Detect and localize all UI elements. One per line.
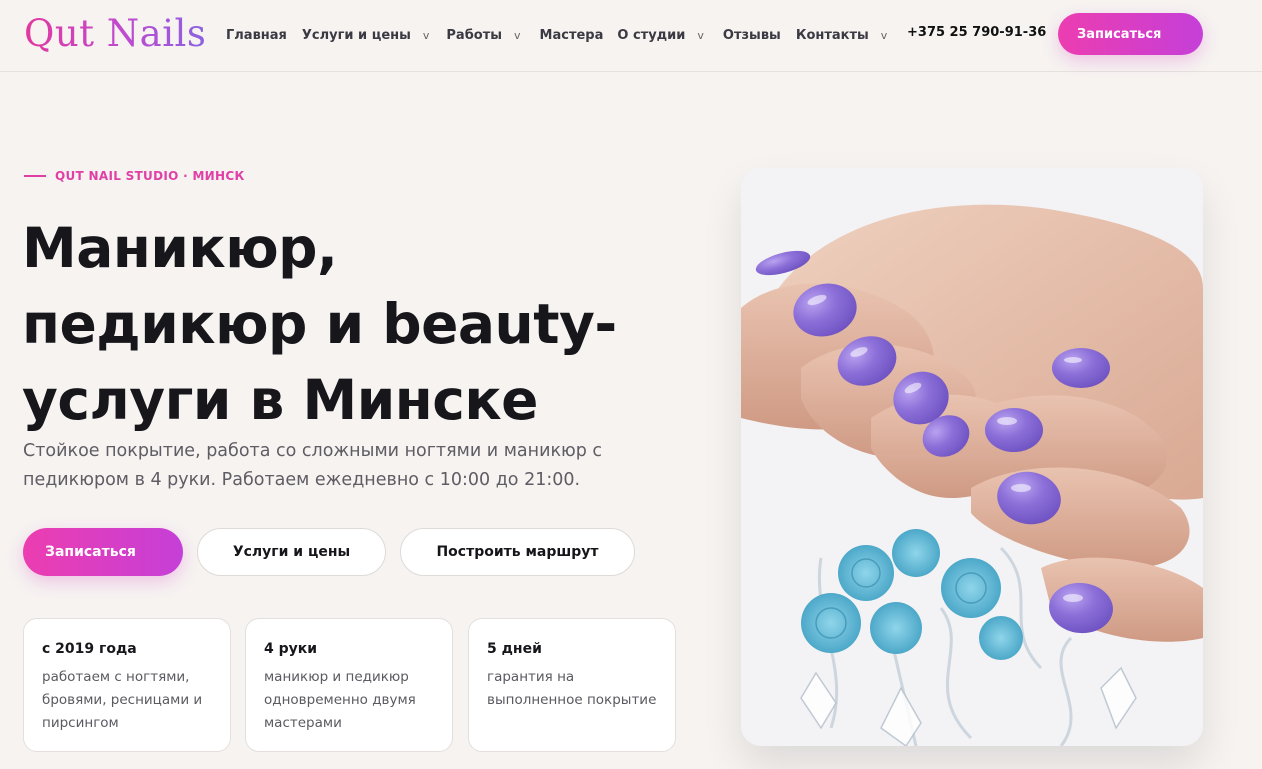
- stat-text: работаем с ногтями, бровями, ресницами и…: [42, 669, 203, 731]
- nav-item-label: О студии: [617, 27, 686, 43]
- services-button[interactable]: Услуги и цены: [197, 528, 386, 576]
- hero-title-line: услуги в Минске: [22, 368, 538, 432]
- chevron-down-icon: v: [514, 28, 521, 42]
- nav-item-label: Работы: [446, 27, 503, 43]
- eyebrow-line: [24, 175, 46, 177]
- phone-link[interactable]: +375 25 790-91-36: [907, 25, 1046, 40]
- stat-title: с 2019 года: [42, 641, 137, 657]
- hero-title: Маникюр, педикюр и beauty- услуги в Минс…: [22, 210, 682, 438]
- stat-text: маникюр и педикюр одновременно двумя мас…: [264, 669, 416, 731]
- nav-item-about[interactable]: О студии v: [617, 28, 704, 43]
- eyebrow-text: QUT NAIL STUDIO · МИНСК: [55, 169, 245, 183]
- chevron-down-icon: v: [697, 28, 704, 42]
- nav-item-home[interactable]: Главная: [226, 28, 287, 43]
- chevron-down-icon: v: [880, 28, 888, 42]
- nav-item-contacts[interactable]: Контакты v: [796, 28, 887, 43]
- manicure-hands-photo: [741, 168, 1203, 746]
- nav-item-services[interactable]: Услуги и цены v: [302, 28, 430, 43]
- stat-card: 4 руки маникюр и педикюр одновременно дв…: [245, 618, 453, 752]
- logo[interactable]: Qut Nails: [24, 10, 206, 58]
- nav-item-label: Мастера: [539, 27, 604, 43]
- stat-title: 5 дней: [487, 641, 542, 657]
- site-header: Qut Nails Главная Услуги и цены v Работы…: [0, 0, 1262, 72]
- nav-item-works[interactable]: Работы v: [446, 28, 520, 43]
- book-button[interactable]: Записаться: [1058, 13, 1203, 55]
- nav-item-label: Главная: [226, 27, 287, 43]
- hero-subtitle: Стойкое покрытие, работа со сложными ног…: [23, 441, 603, 490]
- hero-eyebrow: QUT NAIL STUDIO · МИНСК: [24, 169, 245, 183]
- route-button[interactable]: Построить маршрут: [400, 528, 635, 576]
- nav-item-label: Контакты: [795, 27, 869, 43]
- nav-item-reviews[interactable]: Отзывы: [723, 28, 781, 43]
- stat-card: с 2019 года работаем с ногтями, бровями,…: [23, 618, 231, 752]
- nav-item-label: Услуги и цены: [301, 27, 411, 43]
- stat-text: гарантия на выполненное покрытие: [487, 669, 657, 708]
- stat-title: 4 руки: [264, 641, 318, 657]
- nav-item-label: Отзывы: [722, 27, 781, 43]
- hero-photo: [741, 168, 1203, 746]
- nav-item-masters[interactable]: Мастера: [540, 28, 604, 43]
- stat-card: 5 дней гарантия на выполненное покрытие: [468, 618, 676, 752]
- hero-title-line: педикюр и beauty-: [22, 292, 617, 356]
- hero-title-line: Маникюр,: [22, 216, 338, 280]
- chevron-down-icon: v: [422, 28, 430, 42]
- main-nav: Главная Услуги и цены v Работы v Мастера…: [226, 25, 887, 45]
- hero-book-button[interactable]: Записаться: [23, 528, 183, 576]
